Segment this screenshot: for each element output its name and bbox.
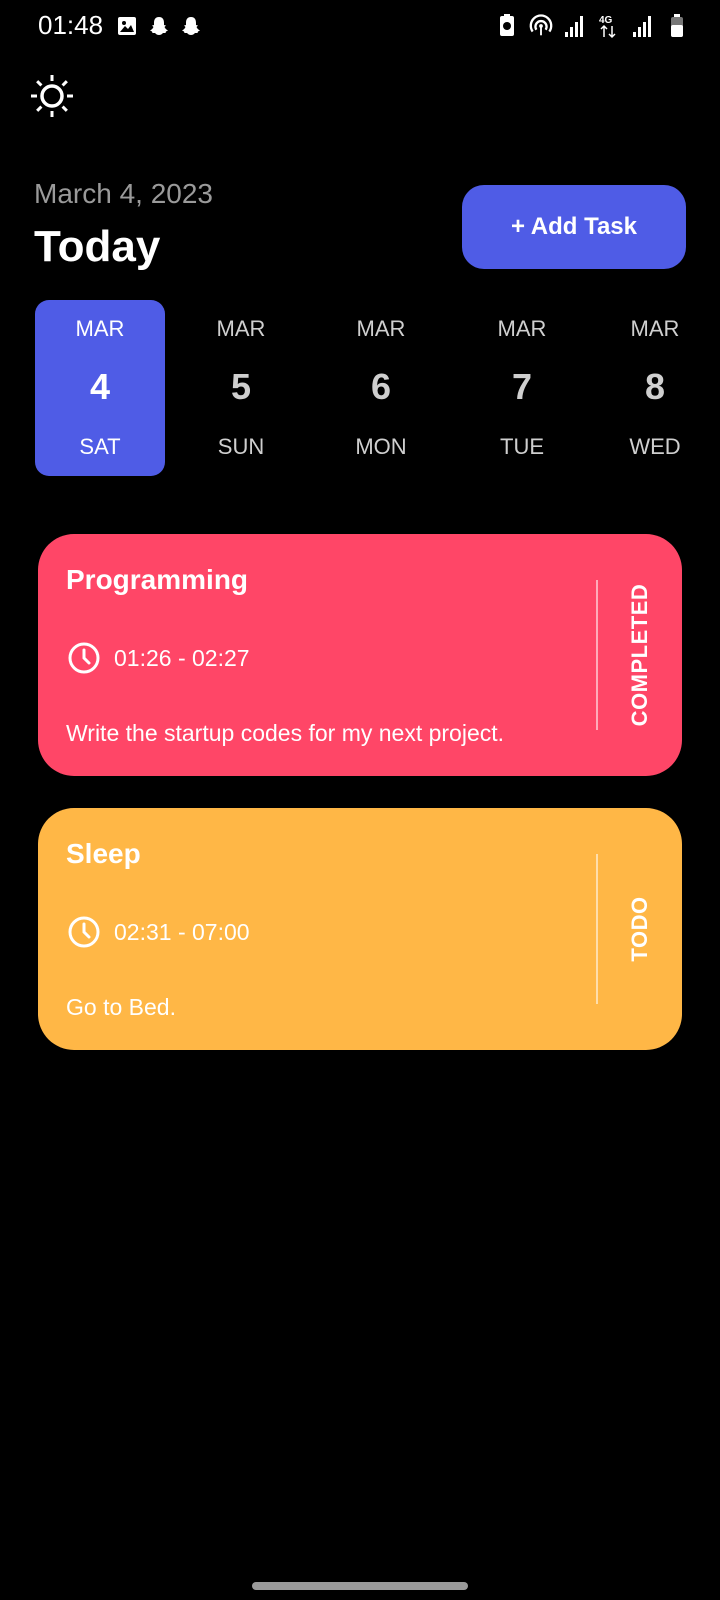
date-weekday: SAT <box>79 434 121 459</box>
date-weekday: SUN <box>217 434 265 459</box>
battery-saver-icon <box>500 14 514 36</box>
clock-icon <box>68 642 100 674</box>
image-icon <box>118 17 136 35</box>
date-day: 7 <box>511 366 533 407</box>
sun-icon <box>31 75 73 117</box>
date-item-mar-5[interactable]: MAR 5 SUN <box>176 300 306 476</box>
date-day: 5 <box>230 366 252 407</box>
date-item-mar-4[interactable]: MAR 4 SAT <box>35 300 165 476</box>
signal-icon <box>633 16 651 37</box>
page-title: Today <box>34 222 161 271</box>
current-date: March 4, 2023 <box>34 178 213 209</box>
task-divider <box>596 854 598 1004</box>
status-bar: 01:48 4G <box>0 0 720 52</box>
date-weekday: WED <box>629 434 681 459</box>
clock-icon <box>68 916 100 948</box>
task-time: 02:31 - 07:00 <box>114 918 250 945</box>
battery-icon <box>671 14 683 37</box>
task-time-row: 02:31 - 07:00 <box>66 914 250 950</box>
svg-text:4G: 4G <box>599 15 613 26</box>
task-time-row: 01:26 - 02:27 <box>66 640 250 676</box>
date-picker-strip[interactable]: MAR 4 SAT MAR 5 SUN MAR 6 MON MAR 7 TUE … <box>35 300 720 476</box>
date-item-mar-7[interactable]: MAR 7 TUE <box>457 300 587 476</box>
date-item-mar-6[interactable]: MAR 6 MON <box>316 300 446 476</box>
task-divider <box>596 580 598 730</box>
date-day: 4 <box>89 366 111 407</box>
task-card[interactable]: Sleep 02:31 - 07:00 Go to Bed. TODO <box>38 808 682 1050</box>
hotspot-icon <box>529 14 553 36</box>
snapchat-icon <box>182 17 200 35</box>
home-indicator[interactable] <box>252 1582 468 1590</box>
task-time: 01:26 - 02:27 <box>114 644 250 671</box>
notification-icons <box>115 14 203 38</box>
date-month: MAR <box>497 316 547 341</box>
task-card[interactable]: Programming 01:26 - 02:27 Write the star… <box>38 534 682 776</box>
add-task-button[interactable]: + Add Task <box>462 185 686 269</box>
date-month: MAR <box>75 316 125 341</box>
date-weekday: MON <box>355 434 407 459</box>
date-item-mar-8[interactable]: MAR 8 WED <box>590 300 720 476</box>
date-month: MAR <box>356 316 406 341</box>
signal-icon <box>565 16 583 37</box>
task-description: Write the startup codes for my next proj… <box>66 720 505 746</box>
snapchat-icon <box>150 17 168 35</box>
4g-icon: 4G <box>599 15 616 39</box>
date-month: MAR <box>630 316 680 341</box>
date-day: 8 <box>644 366 666 407</box>
system-status-icons: 4G <box>494 12 690 40</box>
theme-toggle-button[interactable] <box>28 72 76 120</box>
task-description: Go to Bed. <box>66 994 176 1020</box>
date-month: MAR <box>216 316 266 341</box>
date-day: 6 <box>370 366 392 407</box>
task-status-label: COMPLETED <box>627 583 652 727</box>
task-status-label: TODO <box>627 896 652 962</box>
task-title: Sleep <box>66 838 141 869</box>
date-weekday: TUE <box>500 434 544 459</box>
task-title: Programming <box>66 564 249 595</box>
status-time: 01:48 <box>38 10 104 40</box>
